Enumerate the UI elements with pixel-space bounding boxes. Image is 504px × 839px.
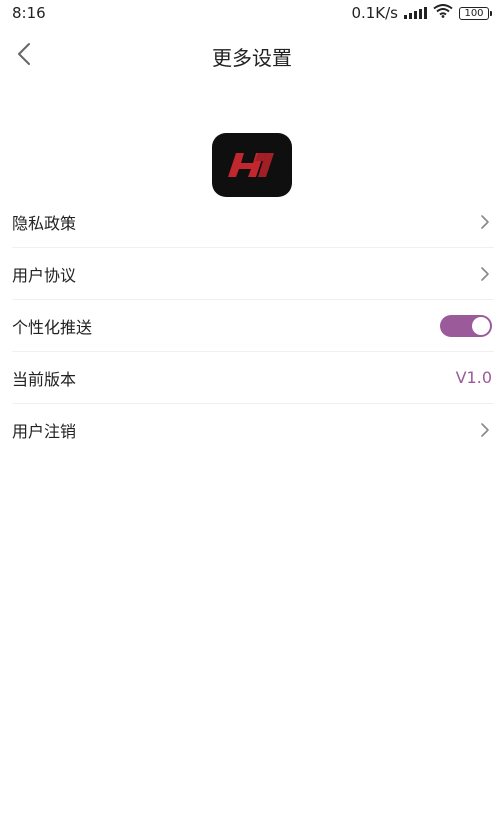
app-logo [212, 133, 292, 197]
version-value: V1.0 [455, 368, 492, 387]
setting-label: 当前版本 [12, 369, 77, 389]
wifi-icon [433, 4, 453, 22]
status-icons: 0.1K/s 100 [351, 4, 492, 22]
chevron-right-icon [478, 265, 492, 283]
setting-privacy-policy[interactable]: 隐私政策 [12, 196, 494, 248]
setting-personalized-push: 个性化推送 [12, 300, 494, 352]
page-title: 更多设置 [212, 45, 292, 70]
setting-account-deletion[interactable]: 用户注销 [12, 404, 494, 456]
toggle-knob [472, 316, 490, 335]
network-speed: 0.1K/s [351, 4, 398, 22]
chevron-left-icon [17, 42, 31, 70]
setting-user-agreement[interactable]: 用户协议 [12, 248, 494, 300]
battery-icon: 100 [459, 6, 492, 20]
battery-level: 100 [459, 6, 489, 20]
personalized-push-toggle[interactable] [440, 314, 492, 337]
setting-current-version: 当前版本 V1.0 [12, 352, 494, 404]
chevron-right-icon [478, 421, 492, 439]
chevron-right-icon [478, 213, 492, 231]
setting-label: 用户协议 [12, 265, 77, 285]
nav-bar: 更多设置 [0, 30, 504, 82]
status-time: 8:16 [12, 4, 46, 22]
setting-label: 用户注销 [12, 422, 77, 441]
setting-label: 个性化推送 [12, 317, 93, 337]
back-button[interactable] [6, 36, 42, 76]
setting-label: 隐私政策 [12, 213, 77, 233]
status-bar: 8:16 0.1K/s 100 [0, 0, 504, 26]
logo-mark [212, 133, 292, 197]
signal-icon [404, 7, 427, 19]
settings-list: 隐私政策 用户协议 个性化推送 当前版本 V1.0 用户注销 [12, 196, 494, 456]
